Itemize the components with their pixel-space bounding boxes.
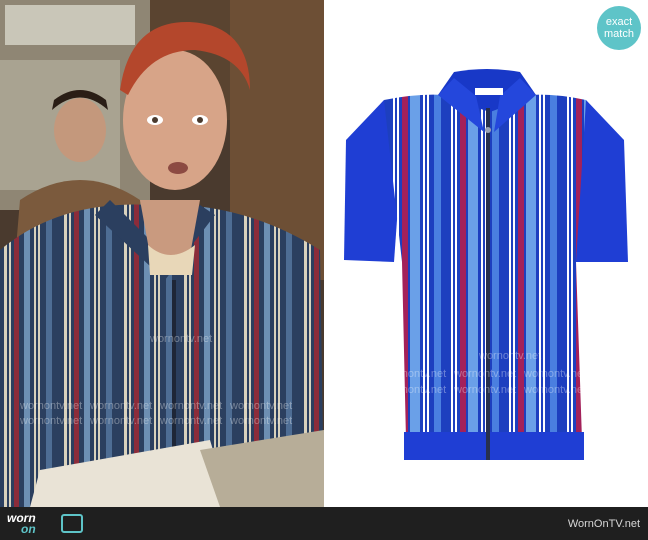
watermark-text: wornontv.net	[524, 368, 587, 380]
badge-line-1: exact	[605, 16, 633, 28]
watermark-text: wornontv.net	[90, 400, 153, 412]
watermark-text: wornontv.net	[230, 415, 293, 427]
product-photo: wornontv.net wornontv.net wornontv.net w…	[324, 0, 648, 507]
watermark-text: wornontv.net	[454, 368, 517, 380]
scene-photo: wornontv.net wornontv.net wornontv.net w…	[0, 0, 324, 507]
watermark-text: wornontv.net	[230, 400, 293, 412]
site-name[interactable]: WornOnTV.net	[568, 518, 640, 530]
watermark-text: wornontv.net	[479, 350, 542, 362]
watermark-text: wornontv.net	[160, 400, 223, 412]
badge-line-2: match	[604, 28, 634, 40]
watermark-text: wornontv.net	[384, 384, 447, 396]
tv-icon	[61, 514, 83, 533]
watermark-text: wornontv.net	[20, 415, 83, 427]
shirt-illustration	[344, 69, 628, 460]
watermark-text: wornontv.net	[150, 333, 213, 345]
exact-match-badge: exact match	[597, 6, 641, 50]
footer-bar	[0, 507, 648, 540]
watermark-text: wornontv.net	[384, 368, 447, 380]
watermark-text: wornontv.net	[160, 415, 223, 427]
scene-illustration	[0, 0, 324, 507]
site-logo[interactable]: worn on	[7, 511, 87, 537]
logo-word-on: on	[21, 522, 36, 536]
watermark-text: wornontv.net	[454, 384, 517, 396]
watermark-text: wornontv.net	[20, 400, 83, 412]
watermark-text: wornontv.net	[90, 415, 153, 427]
watermark-text: wornontv.net	[524, 384, 587, 396]
